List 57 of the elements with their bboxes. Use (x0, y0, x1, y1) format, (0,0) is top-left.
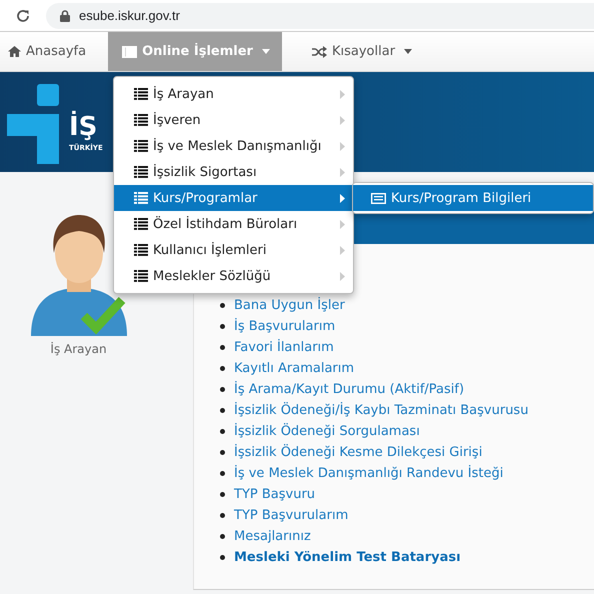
link[interactable]: İşsizlik Ödeneği Kesme Dilekçesi Girişi (234, 445, 482, 460)
bullet-icon (220, 534, 225, 539)
chevron-right-icon (340, 272, 345, 280)
menu-item[interactable]: İş Arayan (114, 81, 353, 107)
bullet-icon (220, 303, 225, 308)
link[interactable]: İş Arama/Kayıt Durumu (Aktif/Pasif) (234, 382, 464, 397)
link[interactable]: Mesleki Yönelim Test Bataryası (234, 550, 461, 565)
bullet-icon (220, 408, 225, 413)
caret-icon (262, 49, 270, 54)
address-bar[interactable]: esube.iskur.gov.tr (46, 2, 594, 28)
logo-icon (7, 84, 59, 164)
menu-item[interactable]: Özel İstihdam Büroları (114, 211, 353, 237)
link[interactable]: İşsizlik Ödeneği Sorgulaması (234, 424, 420, 439)
link[interactable]: Kayıtlı Aramalarım (234, 361, 354, 376)
link[interactable]: TYP Başvuru (234, 487, 316, 502)
menu-item[interactable]: Kullanıcı İşlemleri (114, 237, 353, 263)
chevron-right-icon (340, 90, 345, 98)
chevron-right-icon (340, 168, 345, 176)
bullet-icon (220, 492, 225, 497)
chevron-right-icon (340, 246, 345, 254)
bullet-icon (220, 366, 225, 371)
chevron-right-icon (340, 194, 345, 202)
chevron-right-icon (340, 220, 345, 228)
logo-text: İŞ (69, 112, 98, 142)
user-role-caption: İş Arayan (50, 342, 107, 356)
url-text: esube.iskur.gov.tr (79, 8, 180, 23)
home-icon (8, 46, 21, 57)
link[interactable]: Mesajlarınız (234, 529, 311, 544)
caret-icon (404, 49, 412, 54)
bullet-icon (220, 513, 225, 518)
link[interactable]: Bana Uygun İşler (234, 298, 345, 313)
menu-item[interactable]: Kurs/Programlar (114, 185, 353, 211)
bullet-icon (220, 555, 225, 560)
chevron-right-icon (340, 142, 345, 150)
nav-menu-item[interactable]: Anasayfa (0, 32, 98, 71)
bullet-icon (220, 324, 225, 329)
lock-icon (60, 10, 70, 22)
bullet-icon (220, 429, 225, 434)
bullet-icon (220, 345, 225, 350)
menu-item[interactable]: İşveren (114, 107, 353, 133)
link[interactable]: İş ve Meslek Danışmanlığı Randevu İsteği (234, 466, 504, 481)
reload-icon[interactable] (15, 8, 31, 24)
submenu-item[interactable]: Kurs/Program Bilgileri (353, 185, 593, 211)
menu-item[interactable]: Meslekler Sözlüğü (114, 263, 353, 289)
shuffle-icon (312, 46, 327, 58)
link[interactable]: İşsizlik Ödeneği/İş Kaybı Tazminatı Başvurusu (234, 403, 528, 418)
link[interactable]: TYP Başvurularım (234, 508, 348, 523)
nav-menu-item[interactable]: Kısayollar (304, 32, 424, 71)
chevron-right-icon (340, 116, 345, 124)
link[interactable]: Favori İlanlarım (234, 340, 334, 355)
nav-menu-item[interactable]: Online İşlemler (108, 32, 282, 71)
bullet-icon (220, 471, 225, 476)
menu-item[interactable]: İş ve Meslek Danışmanlığı (114, 133, 353, 159)
link[interactable]: İş Başvurularım (234, 319, 336, 334)
bullet-icon (220, 387, 225, 392)
menu-item[interactable]: İşsizlik Sigortası (114, 159, 353, 185)
bullet-icon (220, 450, 225, 455)
